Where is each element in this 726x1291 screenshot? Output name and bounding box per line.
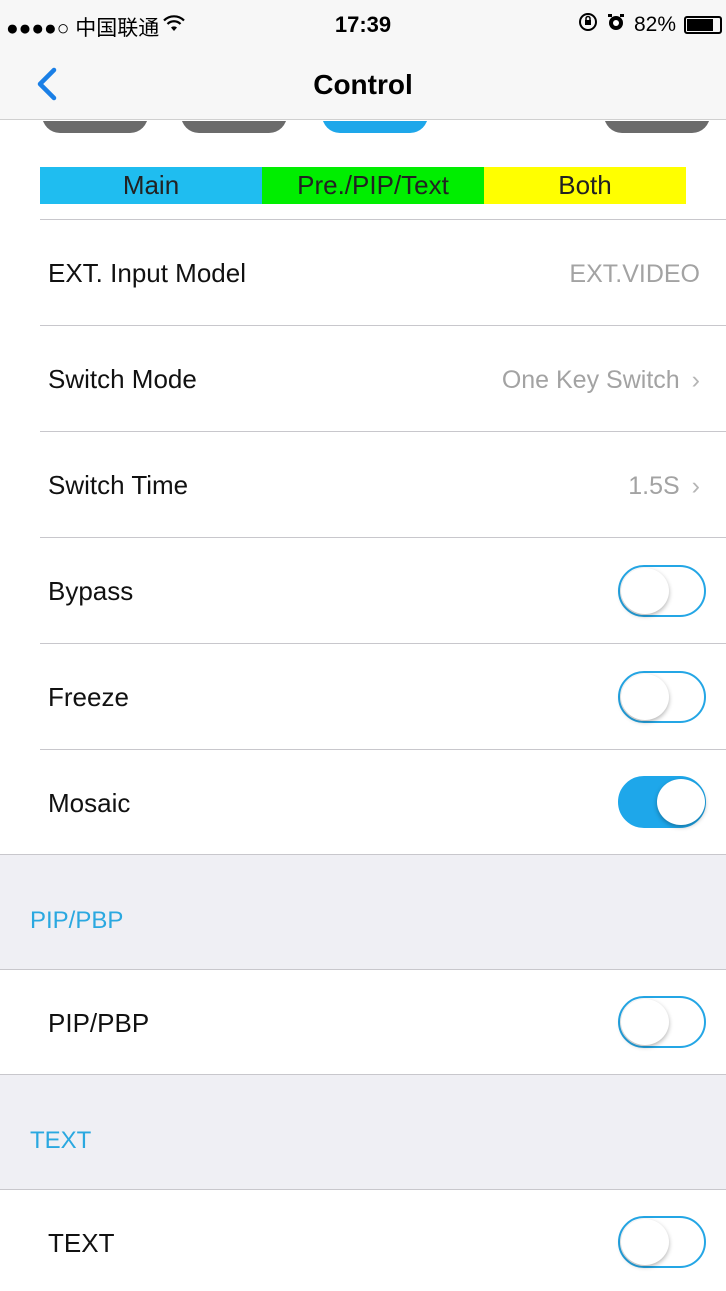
color-legend: Main Pre./PIP/Text Both [40,167,686,204]
chevron-right-icon: › [691,366,700,394]
orientation-lock-icon [578,12,598,38]
bypass-toggle[interactable] [618,565,706,617]
section-title: TEXT [30,1127,92,1154]
row-switch-mode[interactable]: Switch Mode One Key Switch › [0,326,726,432]
row-label: Switch Time [48,470,189,500]
row-value-container: 1.5S › [628,472,700,501]
battery-percent: 82% [633,13,676,36]
row-text: TEXT [0,1190,726,1291]
section-header-pip-pbp: PIP/PBP [0,854,726,970]
row-value-container: One Key Switch › [502,366,700,395]
toggle-knob [621,674,669,720]
row-value: One Key Switch [501,366,680,394]
row-label: Freeze [48,682,129,712]
segment-button-selected[interactable] [322,121,428,133]
row-freeze: Freeze [0,644,726,750]
row-value: EXT.VIDEO [569,260,700,288]
row-label: PIP/PBP [48,1008,150,1038]
row-label: EXT. Input Model [48,258,246,288]
navigation-bar: Control [0,50,726,120]
legend-both: Both [484,167,686,204]
row-value: 1.5S [628,472,680,500]
row-bypass: Bypass [0,538,726,644]
row-pip-pbp: PIP/PBP [0,970,726,1074]
text-toggle[interactable] [618,1216,706,1268]
row-label: Switch Mode [48,364,197,394]
segment-button[interactable] [181,121,287,133]
row-mosaic: Mosaic [0,750,726,854]
toggle-knob [657,779,705,825]
status-bar: ●●●●○ 中国联通 17:39 82% [0,0,726,50]
segment-buttons-strip [0,121,726,135]
mosaic-toggle[interactable] [618,776,706,828]
segment-button[interactable] [604,121,710,133]
row-switch-time[interactable]: Switch Time 1.5S › [0,432,726,538]
freeze-toggle[interactable] [618,671,706,723]
section-title: PIP/PBP [30,907,124,934]
pip-pbp-toggle[interactable] [618,996,706,1048]
row-label: Mosaic [48,788,131,818]
toggle-knob [621,568,669,614]
row-label: Bypass [48,576,134,606]
legend-main: Main [40,167,262,204]
row-ext-input-model[interactable]: EXT. Input Model EXT.VIDEO [0,220,726,326]
row-label: TEXT [48,1228,115,1258]
battery-fill [687,19,713,31]
chevron-right-icon: › [691,472,700,500]
legend-pre-pip-text: Pre./PIP/Text [262,167,484,204]
toggle-knob [621,1219,669,1265]
page-title: Control [313,69,413,100]
status-bar-right: 82% [578,12,722,38]
section-header-text: TEXT [0,1074,726,1190]
segment-button[interactable] [42,121,148,133]
battery-icon [684,16,722,34]
alarm-icon [606,12,626,38]
toggle-knob [621,999,669,1045]
